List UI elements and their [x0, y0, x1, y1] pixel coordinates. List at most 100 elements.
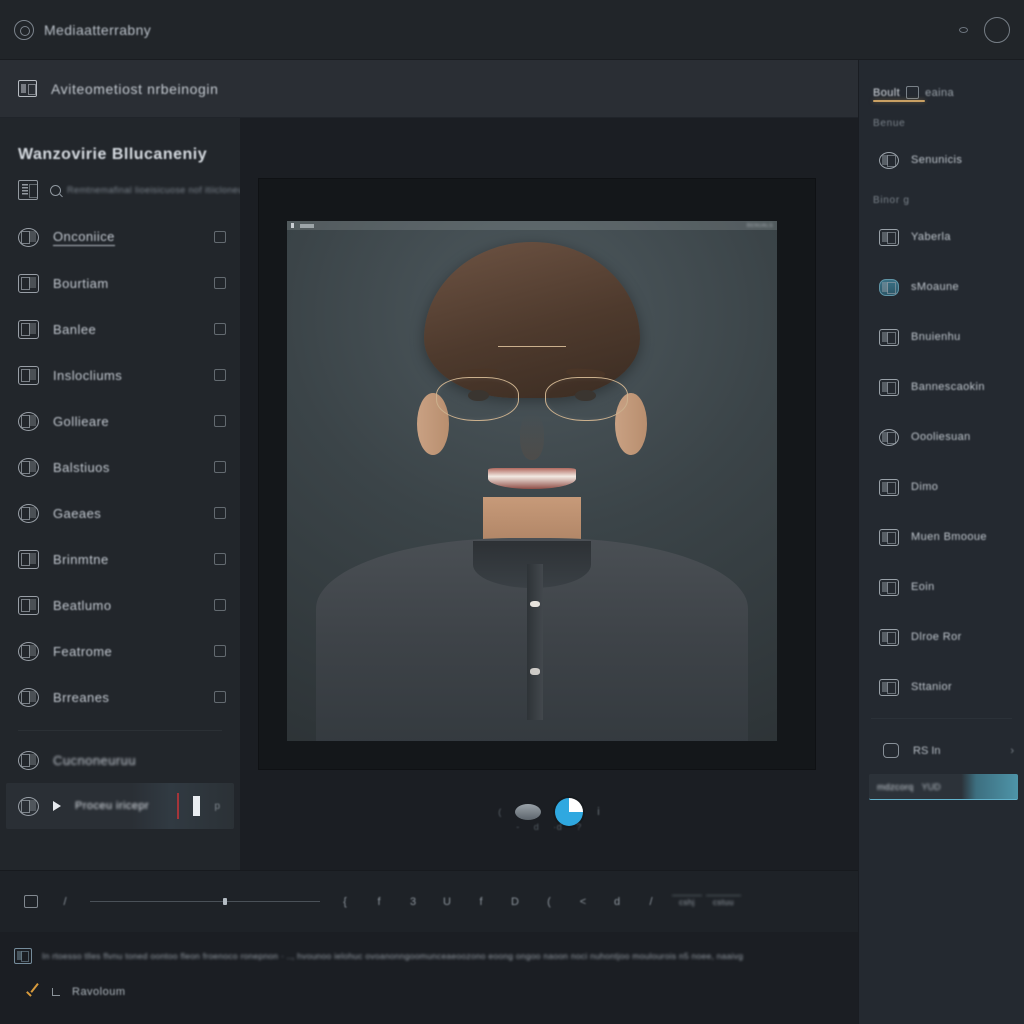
eraser-icon[interactable]: < [566, 889, 600, 915]
status-bar: In rtoesso tlles flvnu toned oontoo fleo… [0, 932, 858, 1024]
shadow-ellipse-icon [515, 804, 542, 820]
text-icon[interactable]: f [464, 889, 498, 915]
right-item-yaberla[interactable]: Yaberla [859, 212, 1024, 262]
sub-header: Aviteometiost nrbeinogin [0, 60, 858, 118]
tab-boult[interactable]: Boult [873, 87, 900, 108]
printer-icon [879, 678, 899, 696]
sidebar-divider [18, 730, 222, 731]
handle-dot-icon[interactable] [291, 223, 294, 228]
cursor-tool-icon[interactable] [14, 889, 48, 915]
sidebar-item-0[interactable]: Onconiice [0, 214, 240, 260]
right-item-dimo[interactable]: Dimo [859, 462, 1024, 512]
gradient-icon[interactable]: ( [532, 889, 566, 915]
right-item-senunicis[interactable]: Senunicis [859, 135, 1024, 185]
right-item-label: Dimo [911, 481, 939, 493]
pencil-icon[interactable] [214, 645, 226, 657]
sidebar-item-7[interactable]: Brinmtne [0, 536, 240, 582]
pen-icon[interactable]: f [362, 889, 396, 915]
qr-icon [879, 328, 899, 346]
sidebar-item-label: Bourtiam [53, 275, 109, 291]
shield-icon[interactable] [214, 691, 226, 703]
sidebar-item-label: Beatlumo [53, 597, 112, 613]
cursor-icon[interactable] [214, 415, 226, 427]
flag-icon[interactable] [214, 553, 226, 565]
copy-icon[interactable] [214, 277, 226, 289]
crop-corner-icon [52, 988, 60, 996]
sidebar-item-selected[interactable]: Proceu iricepr p [6, 783, 234, 829]
crop-handle-icon[interactable] [300, 223, 314, 228]
right-item-label: Dlroe Ror [911, 631, 962, 643]
layers-icon [18, 273, 39, 293]
breadcrumb[interactable]: Aviteometiost nrbeinogin [51, 81, 218, 97]
link-icon[interactable] [214, 369, 226, 381]
right-section-header-1: Binor g [873, 195, 910, 206]
sidebar-title: Wanzovirie Bllucaneniy [18, 146, 208, 163]
right-item-muen-bmooue[interactable]: Muen Bmooue [859, 512, 1024, 562]
app-window: Mediaatterrabny Aviteometiost nrbeinogin… [0, 0, 1024, 1024]
heart-icon[interactable] [214, 599, 226, 611]
sidebar-item-11[interactable]: Cucnoneuruu [0, 737, 240, 783]
photo-overlay-bar[interactable]: BENUALS [287, 221, 777, 230]
toolbar-size-slider[interactable] [90, 898, 320, 905]
chevron-right-icon[interactable]: › [1010, 745, 1014, 757]
right-bottom-row[interactable]: RS In › [859, 725, 1024, 768]
sidebar-item-5[interactable]: Balstiuos [0, 444, 240, 490]
toolbar-separator: / [649, 895, 653, 908]
sidebar-item-8[interactable]: Beatlumo [0, 582, 240, 628]
sidebar-item-3[interactable]: Inslocliums [0, 352, 240, 398]
play-icon [53, 801, 61, 811]
sidebar-item-1[interactable]: Bourtiam [0, 260, 240, 306]
sidebar-item-10[interactable]: Brreanes [0, 674, 240, 720]
search-icon [50, 184, 61, 196]
stamp-icon[interactable]: D [498, 889, 532, 915]
eye-icon[interactable] [214, 323, 226, 335]
chevron-icon[interactable] [214, 754, 226, 766]
settings-icon [18, 750, 39, 770]
globe-icon [18, 641, 39, 661]
crop-icon[interactable]: U [430, 889, 464, 915]
shape-icon[interactable]: 3 [396, 889, 430, 915]
portrait-photo[interactable]: BENUALS [287, 221, 777, 741]
sidebar-item-4[interactable]: Gollieare [0, 398, 240, 444]
square-icon[interactable] [214, 507, 226, 519]
right-item-bnuienhu[interactable]: Bnuienhu [859, 312, 1024, 362]
toolbar-chip-0[interactable]: cshj [672, 894, 702, 909]
dial-left-tick: ( [498, 807, 502, 817]
canvas-area[interactable]: BENUALS ( i - d ·d ? [240, 118, 858, 870]
record-indicator [177, 793, 180, 819]
right-panel-field[interactable]: mdzcorq YUD [869, 774, 1018, 800]
dodge-icon[interactable]: d [600, 889, 634, 915]
sidebar-item-label: Inslocliums [53, 367, 123, 383]
sidebar-item-label: Onconiice [53, 228, 115, 246]
sidebar-item-9[interactable]: Featrome [0, 628, 240, 674]
sidebar-search-row[interactable]: Remtnemafinal lioeisicuose nof itiiclone… [0, 164, 313, 214]
sidebar-item-2[interactable]: Banlee [0, 306, 240, 352]
dial-right-tick: i [597, 806, 600, 818]
right-item-smoaune[interactable]: sMoaune [859, 262, 1024, 312]
right-item-oooliesuan[interactable]: Oooliesuan [859, 412, 1024, 462]
sr-badge-icon [879, 478, 899, 496]
right-item-dlroe-ror[interactable]: Dlroe Ror [859, 612, 1024, 662]
title-bar: Mediaatterrabny [0, 0, 1024, 60]
right-item-sttanior[interactable]: Sttanior [859, 662, 1024, 712]
sidebar-item-6[interactable]: Gaeaes [0, 490, 240, 536]
canvas-frame[interactable]: BENUALS [258, 178, 816, 770]
right-panel-tabs[interactable]: Boult eaina [859, 60, 1024, 108]
active-tab-indicator [873, 100, 925, 102]
user-avatar-icon[interactable] [984, 16, 1010, 43]
archive-icon [879, 378, 899, 396]
right-item-bannescaokin[interactable]: Bannescaokin [859, 362, 1024, 412]
dot-icon[interactable] [214, 461, 226, 473]
status-dot-icon[interactable] [959, 26, 968, 33]
right-item-eoin[interactable]: Eoin [859, 562, 1024, 612]
toolbar-chip-1[interactable]: cstuu [705, 894, 741, 909]
bottom-toolbar[interactable]: / { f 3 U f D ( < d / cshj cstuu [0, 870, 858, 932]
brace-icon[interactable]: { [328, 889, 362, 915]
clipboard-icon[interactable] [906, 86, 920, 99]
edit-icon[interactable] [214, 231, 226, 243]
right-item-label: Eoin [911, 581, 935, 593]
right-item-label: sMoaune [911, 281, 960, 293]
tab-eaina[interactable]: eaina [925, 87, 954, 108]
status-second-row[interactable]: Ravoloum [14, 964, 844, 1000]
info-icon [883, 743, 899, 758]
